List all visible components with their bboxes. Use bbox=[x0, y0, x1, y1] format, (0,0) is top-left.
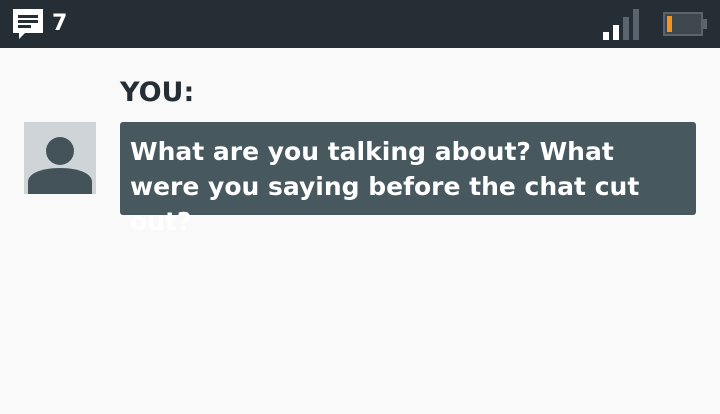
signal-strength-icon bbox=[603, 9, 639, 40]
unread-message-count: 7 bbox=[52, 11, 68, 36]
battery-low-icon bbox=[663, 12, 707, 36]
sender-label: YOU: bbox=[120, 77, 195, 108]
chat-bubble-icon[interactable] bbox=[11, 7, 45, 41]
user-avatar-icon bbox=[28, 137, 92, 194]
message-bubble: What are you talking about? What were yo… bbox=[120, 122, 696, 236]
message-text: What are you talking about? What were yo… bbox=[130, 137, 640, 236]
avatar bbox=[24, 122, 96, 194]
status-bar: 7 bbox=[0, 0, 720, 48]
